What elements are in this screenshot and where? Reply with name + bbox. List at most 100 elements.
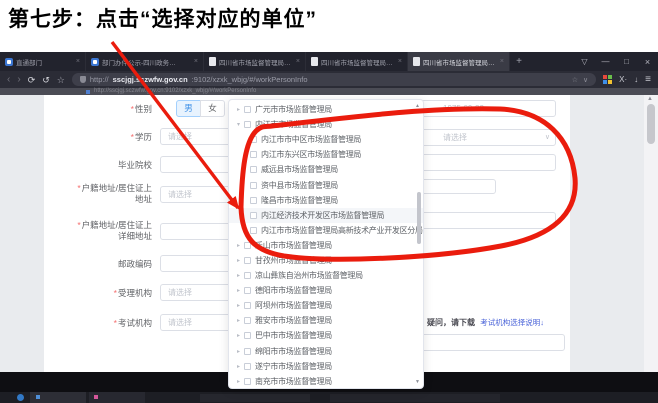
- checkbox[interactable]: [244, 106, 251, 113]
- tree-item[interactable]: ▸ 甘孜州市场监督管理局: [229, 253, 423, 268]
- right-input[interactable]: [412, 212, 556, 229]
- close-window-button[interactable]: ×: [637, 52, 658, 71]
- favorite-star-icon[interactable]: ☆: [57, 75, 65, 85]
- checkbox[interactable]: [244, 332, 251, 339]
- tree-item[interactable]: ▸遂宁市市场监督管理局: [229, 359, 423, 374]
- tree-item[interactable]: ▸阿坝州市场监督管理局: [229, 298, 423, 313]
- tree-scroll-up-icon[interactable]: ▲: [415, 103, 420, 109]
- checkbox[interactable]: [244, 302, 251, 309]
- right-small-input[interactable]: [412, 179, 496, 194]
- tree-item[interactable]: 内江市市场监督管理局高新技术产业开发区分局: [229, 223, 423, 238]
- url-input[interactable]: http:// sscjgj.sczwfw.gov.cn :9102/xzxk_…: [72, 73, 596, 86]
- scrollbar-thumb[interactable]: [647, 104, 655, 144]
- expand-arrow-icon[interactable]: ▸: [237, 348, 244, 355]
- tree-item-label: 甘孜州市场监督管理局: [255, 255, 332, 266]
- extensions-grid-icon[interactable]: [603, 75, 612, 84]
- checkbox[interactable]: [250, 182, 257, 189]
- tree-item[interactable]: ▸巴中市市场监督管理局: [229, 328, 423, 343]
- expand-arrow-icon[interactable]: ▸: [237, 242, 244, 249]
- tab-close-icon[interactable]: ×: [194, 58, 198, 65]
- url-protocol: http://: [90, 75, 109, 84]
- expand-arrow-icon[interactable]: ▸: [237, 287, 244, 294]
- menu-icon[interactable]: ≡: [645, 74, 651, 85]
- tree-scrollbar-thumb[interactable]: [417, 192, 421, 244]
- reload-icon[interactable]: ⟳: [28, 75, 36, 85]
- checkbox[interactable]: [250, 151, 257, 158]
- tree-item-hovered[interactable]: 内江经济技术开发区市场监督管理局: [229, 208, 423, 223]
- expand-arrow-icon[interactable]: ▸: [237, 257, 244, 264]
- tree-item[interactable]: ▸凉山彝族自治州市场监督管理局: [229, 268, 423, 283]
- tab-scjgj-1[interactable]: 四川省市场监督管理局网上办 ×: [204, 52, 306, 71]
- new-tab-button[interactable]: +: [510, 52, 528, 71]
- expand-arrow-icon[interactable]: ▸: [237, 272, 244, 279]
- tree-item[interactable]: 隆昌市市场监督管理局: [229, 193, 423, 208]
- tab-close-icon[interactable]: ×: [296, 58, 300, 65]
- expand-arrow-icon[interactable]: ▸: [237, 363, 244, 370]
- tab-scjgj-2[interactable]: 四川省市场监督管理局网上办 ×: [306, 52, 408, 71]
- expand-arrow-icon[interactable]: ▸: [237, 317, 244, 324]
- tree-scroll-down-icon[interactable]: ▼: [415, 379, 420, 385]
- checkbox[interactable]: [244, 317, 251, 324]
- refresh-icon[interactable]: ↺: [42, 75, 50, 85]
- right-bottom-input[interactable]: [420, 334, 565, 351]
- tree-item[interactable]: 内江市东兴区市场监督管理局: [229, 147, 423, 162]
- tree-item[interactable]: ▸雅安市市场监督管理局: [229, 313, 423, 328]
- checkbox[interactable]: [244, 363, 251, 370]
- tree-item[interactable]: ▾内江市市场监督管理局: [229, 117, 423, 132]
- tree-item[interactable]: 内江市市中区市场监督管理局: [229, 132, 423, 147]
- checkbox[interactable]: [244, 287, 251, 294]
- checkbox[interactable]: [244, 272, 251, 279]
- expand-arrow-icon[interactable]: ▸: [237, 332, 244, 339]
- tab-zhitong-bumen[interactable]: 直通部门 ×: [0, 52, 86, 71]
- checkbox[interactable]: [250, 166, 257, 173]
- browser-tab-bar: 直通部门 × 部门办件公示-四川政务服务网 × 四川省市场监督管理局网上办 × …: [0, 52, 658, 71]
- download-icon[interactable]: ↓: [634, 75, 638, 84]
- tree-item[interactable]: 威远县市场监督管理局: [229, 162, 423, 177]
- checkbox[interactable]: [250, 136, 257, 143]
- right-select[interactable]: 请选择∨: [412, 129, 556, 146]
- translate-icon[interactable]: X·: [619, 75, 627, 84]
- tree-item[interactable]: ▸绵阳市市场监督管理局: [229, 344, 423, 359]
- collapse-arrow-icon[interactable]: ▾: [237, 121, 244, 128]
- tree-item[interactable]: 资中县市场监督管理局: [229, 177, 423, 192]
- expand-arrow-icon[interactable]: ▸: [237, 378, 244, 385]
- checkbox[interactable]: [250, 197, 257, 204]
- expand-arrow-icon[interactable]: ▸: [237, 302, 244, 309]
- tab-close-icon[interactable]: ×: [398, 58, 402, 65]
- checkbox[interactable]: [250, 227, 257, 234]
- bookmark-star-icon[interactable]: ☆: [572, 76, 578, 84]
- exam-org-guide-link[interactable]: 考试机构选择说明↓: [480, 318, 544, 327]
- checkbox[interactable]: [244, 257, 251, 264]
- tree-item-label: 内江经济技术开发区市场监督管理局: [261, 210, 384, 221]
- tab-close-icon[interactable]: ×: [76, 58, 80, 65]
- tab-bumen-gongshi[interactable]: 部门办件公示-四川政务服务网 ×: [86, 52, 204, 71]
- gender-female-button[interactable]: 女: [200, 100, 225, 117]
- forward-icon[interactable]: ›: [17, 75, 20, 85]
- funnel-icon[interactable]: ▽: [574, 52, 595, 71]
- checkbox[interactable]: [244, 121, 251, 128]
- taskbar-browser-icon[interactable]: [17, 394, 24, 401]
- tree-item[interactable]: ▸广元市市场监督管理局: [229, 102, 423, 117]
- taskbar-thumbnail: [200, 394, 310, 402]
- birth-date-input[interactable]: 1975-09-23: [412, 100, 556, 117]
- taskbar-app-icon: [94, 395, 98, 399]
- tree-item[interactable]: ▸南充市市场监督管理局: [229, 374, 423, 389]
- tree-item-label: 内江市市场监督管理局高新技术产业开发区分局: [261, 225, 423, 236]
- chevron-down-icon[interactable]: ∨: [583, 76, 588, 84]
- checkbox[interactable]: [244, 348, 251, 355]
- gender-male-button[interactable]: 男: [176, 100, 201, 117]
- tree-item[interactable]: ▸乐山市市场监督管理局: [229, 238, 423, 253]
- tab-scjgj-active[interactable]: 四川省市场监督管理局网上办 ×: [408, 52, 510, 71]
- checkbox[interactable]: [250, 212, 257, 219]
- back-icon[interactable]: ‹: [7, 75, 10, 85]
- maximize-button[interactable]: □: [616, 52, 637, 71]
- minimize-button[interactable]: —: [595, 52, 616, 71]
- scrollbar-up-icon[interactable]: ▲: [647, 96, 653, 102]
- tab-close-icon[interactable]: ×: [500, 58, 504, 65]
- expand-arrow-icon[interactable]: ▸: [237, 106, 244, 113]
- helper-text: 疑问，请下载: [427, 318, 475, 327]
- right-input[interactable]: [412, 154, 556, 171]
- checkbox[interactable]: [244, 378, 251, 385]
- checkbox[interactable]: [244, 242, 251, 249]
- tree-item[interactable]: ▸德阳市市场监督管理局: [229, 283, 423, 298]
